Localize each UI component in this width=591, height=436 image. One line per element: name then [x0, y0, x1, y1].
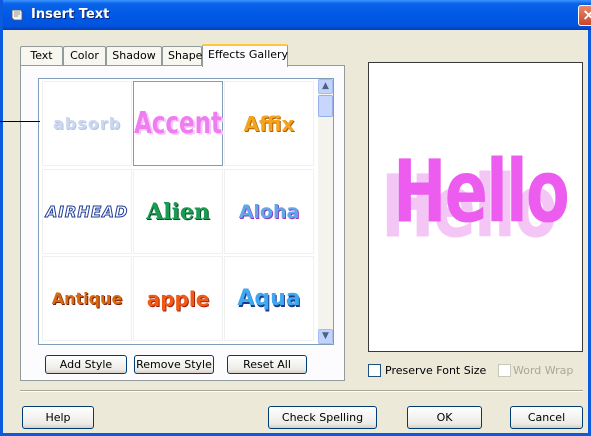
- gallery-item-label: Alien: [146, 198, 210, 225]
- gallery-item-accent[interactable]: Accent: [133, 81, 223, 166]
- title-bar[interactable]: Insert Text ×: [3, 0, 591, 30]
- chevron-up-icon: ▲: [322, 81, 329, 91]
- gallery-item-label: Antique: [51, 289, 123, 308]
- check-spelling-button[interactable]: Check Spelling: [268, 406, 377, 429]
- tab-color[interactable]: Color: [63, 46, 106, 66]
- preserve-font-size-checkbox[interactable]: [368, 364, 381, 377]
- word-wrap-checkbox[interactable]: [498, 364, 511, 377]
- tab-shadow[interactable]: Shadow: [106, 46, 162, 66]
- gallery-item-label: Aloha: [238, 200, 300, 223]
- close-button[interactable]: ×: [578, 5, 591, 26]
- gallery-item-label: AIRHEAD: [45, 202, 129, 221]
- reset-all-button[interactable]: Reset All: [227, 355, 307, 374]
- preserve-font-size-label: Preserve Font Size: [385, 364, 487, 377]
- gallery-item-label: apple: [146, 286, 210, 311]
- remove-style-button[interactable]: Remove Style: [134, 355, 214, 374]
- window-title: Insert Text: [31, 7, 110, 22]
- scroll-thumb[interactable]: [318, 95, 333, 117]
- word-wrap-label: Word Wrap: [513, 364, 574, 377]
- gallery-item-label: absorb: [52, 114, 122, 133]
- tab-effects-gallery[interactable]: Effects Gallery: [202, 44, 288, 67]
- gallery-item-antique[interactable]: Antique: [42, 256, 132, 341]
- footer-separator: [20, 390, 583, 392]
- gallery-item-alien[interactable]: Alien: [133, 169, 223, 254]
- add-style-button[interactable]: Add Style: [45, 355, 127, 374]
- tab-shape[interactable]: Shape: [162, 46, 202, 66]
- gallery-item-affix[interactable]: Affix: [224, 81, 314, 166]
- close-icon: ×: [582, 5, 591, 24]
- app-icon: [11, 9, 23, 21]
- scroll-up-button[interactable]: ▲: [318, 79, 333, 94]
- cancel-button[interactable]: Cancel: [510, 406, 583, 429]
- gallery-item-label: Affix: [243, 111, 295, 136]
- gallery-scrollbar[interactable]: ▲ ▼: [318, 79, 333, 344]
- gallery-item-apple[interactable]: apple: [133, 256, 223, 341]
- style-gallery: absorb Accent Affix AIRHEAD Alien Aloha …: [38, 78, 334, 345]
- ok-button[interactable]: OK: [407, 406, 482, 429]
- chevron-down-icon: ▼: [322, 331, 329, 341]
- text-preview: Hello Hello: [368, 62, 583, 352]
- gallery-item-label: Accent: [133, 106, 223, 141]
- callout-line: [0, 121, 40, 122]
- gallery-item-aqua[interactable]: Aqua: [224, 256, 314, 341]
- gallery-item-aloha[interactable]: Aloha: [224, 169, 314, 254]
- gallery-item-label: Aqua: [237, 286, 301, 311]
- help-button[interactable]: Help: [22, 406, 94, 429]
- preview-text: Hello: [393, 143, 570, 243]
- scroll-down-button[interactable]: ▼: [318, 329, 333, 344]
- gallery-item-airhead[interactable]: AIRHEAD: [42, 169, 132, 254]
- gallery-item-absorb[interactable]: absorb: [42, 81, 132, 166]
- tab-text[interactable]: Text: [20, 46, 63, 66]
